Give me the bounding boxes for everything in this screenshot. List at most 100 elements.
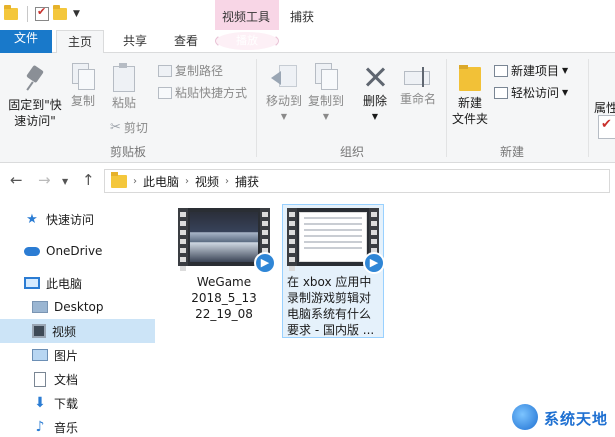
paste-shortcut-icon bbox=[158, 86, 172, 99]
tab-file[interactable]: 文件 bbox=[0, 30, 52, 53]
easy-access-button[interactable]: 轻松访问 ▼ bbox=[494, 84, 568, 101]
new-folder-label: 新建 文件夹 bbox=[451, 96, 488, 126]
chevron-right-icon[interactable]: › bbox=[133, 176, 137, 187]
move-to-label: 移动到 bbox=[265, 94, 302, 108]
chevron-down-icon: ▼ bbox=[280, 112, 288, 121]
title-bar: ▼ 视频工具 捕获 bbox=[0, 0, 615, 30]
properties-quick-icon[interactable] bbox=[35, 5, 49, 21]
file-item-wegame-clip[interactable]: ▶ WeGame 2018_5_13 22_19_08 bbox=[176, 208, 276, 322]
new-item-label: 新建项目 bbox=[511, 64, 560, 78]
navigation-bar: ← → ▼ ↑ › 此电脑 › 视频 › 捕获 bbox=[0, 163, 615, 199]
delete-icon bbox=[363, 65, 387, 89]
sidebar-item-label: Desktop bbox=[54, 300, 104, 314]
paste-shortcut-button[interactable]: 粘贴快捷方式 bbox=[158, 84, 247, 101]
copy-label: 复制 bbox=[70, 94, 95, 108]
clipboard-group-label: 剪贴板 bbox=[110, 145, 147, 159]
sidebar-item-videos[interactable]: 视频 bbox=[0, 319, 155, 343]
ribbon-tabs: 文件 主页 共享 查看 播放 bbox=[0, 30, 615, 54]
video-thumbnail: ▶ bbox=[178, 208, 276, 274]
site-watermark: 系统天地 bbox=[506, 400, 615, 437]
delete-button[interactable]: 删除 ▼ bbox=[356, 65, 394, 125]
pin-to-quick-access-button[interactable]: 固定到"快 速访问" bbox=[4, 67, 66, 129]
sidebar-item-label: 图片 bbox=[54, 348, 79, 363]
quick-access-toolbar: ▼ bbox=[4, 5, 80, 22]
chevron-right-icon[interactable]: › bbox=[185, 176, 189, 187]
new-item-button[interactable]: 新建项目 ▼ bbox=[494, 62, 568, 79]
rename-label: 重命名 bbox=[399, 92, 436, 106]
chevron-down-icon: ▼ bbox=[562, 66, 569, 75]
new-item-icon bbox=[494, 64, 508, 77]
sidebar-item-onedrive[interactable]: OneDrive bbox=[0, 239, 155, 263]
sidebar-item-label: 快速访问 bbox=[46, 212, 95, 227]
paste-button[interactable]: 粘贴 bbox=[106, 63, 142, 111]
breadcrumb-captures[interactable]: 捕获 bbox=[235, 173, 259, 190]
file-name: WeGame 2018_5_13 22_19_08 bbox=[191, 275, 257, 321]
copy-to-button[interactable]: 复制到 ▼ bbox=[304, 63, 348, 125]
copy-to-icon bbox=[315, 63, 338, 90]
cloud-icon bbox=[24, 246, 40, 256]
paste-label: 粘贴 bbox=[111, 96, 136, 110]
divider bbox=[256, 59, 257, 157]
pin-icon bbox=[23, 67, 47, 93]
window-title: 捕获 bbox=[290, 10, 315, 24]
organize-group-label: 组织 bbox=[340, 145, 365, 159]
folder-icon bbox=[4, 5, 18, 20]
sidebar-item-label: OneDrive bbox=[46, 244, 103, 258]
media-player-badge-icon: ▶ bbox=[254, 252, 276, 274]
new-group-label: 新建 bbox=[500, 145, 525, 159]
sidebar-item-documents[interactable]: 文档 bbox=[0, 367, 155, 391]
delete-label: 删除 bbox=[362, 94, 387, 108]
film-strip-icon bbox=[287, 208, 297, 271]
sidebar-item-downloads[interactable]: ⬇ 下载 bbox=[0, 391, 155, 415]
customize-qat-dropdown[interactable]: ▼ bbox=[73, 9, 80, 19]
file-explorer-window: ▼ 视频工具 捕获 文件 主页 共享 查看 播放 固定到"快 速访问" 复制 粘… bbox=[0, 0, 615, 437]
scissors-icon: ✂ bbox=[110, 120, 121, 135]
breadcrumb-this-pc[interactable]: 此电脑 bbox=[143, 173, 179, 190]
chevron-right-icon[interactable]: › bbox=[225, 176, 229, 187]
sidebar-item-label: 此电脑 bbox=[46, 276, 83, 291]
tab-home[interactable]: 主页 bbox=[56, 30, 104, 54]
tab-share[interactable]: 共享 bbox=[113, 30, 157, 53]
clipboard-icon bbox=[113, 63, 135, 92]
cut-button[interactable]: ✂ 剪切 bbox=[110, 119, 148, 136]
new-folder-button[interactable]: 新建 文件夹 bbox=[450, 65, 490, 127]
chevron-down-icon: ▼ bbox=[562, 88, 569, 97]
watermark-logo-icon bbox=[512, 404, 538, 430]
address-bar[interactable]: › 此电脑 › 视频 › 捕获 bbox=[104, 169, 610, 193]
properties-icon bbox=[598, 115, 615, 139]
sidebar-item-pictures[interactable]: 图片 bbox=[0, 343, 155, 367]
sidebar-item-music[interactable]: ♪ 音乐 bbox=[0, 415, 155, 437]
ribbon: 固定到"快 速访问" 复制 粘贴 复制路径 粘贴快捷方式 ✂ 剪切 剪贴板 移动… bbox=[0, 53, 615, 163]
divider bbox=[446, 59, 447, 157]
file-item-xbox-clip[interactable]: ▶ 在 xbox 应用中 录制游戏剪辑对 电脑系统有什么 要求 - 国内版 ..… bbox=[282, 204, 385, 338]
sidebar-item-desktop[interactable]: Desktop bbox=[0, 295, 155, 319]
move-to-button[interactable]: 移动到 ▼ bbox=[262, 63, 306, 125]
chevron-down-icon: ▼ bbox=[322, 112, 330, 121]
back-arrow-icon[interactable]: ← bbox=[10, 171, 23, 189]
tab-view[interactable]: 查看 bbox=[163, 30, 209, 53]
music-note-icon: ♪ bbox=[35, 419, 45, 435]
sidebar-item-label: 下载 bbox=[54, 396, 79, 411]
easy-access-label: 轻松访问 bbox=[511, 86, 560, 100]
video-thumbnail: ▶ bbox=[287, 208, 385, 274]
copy-path-button[interactable]: 复制路径 bbox=[158, 62, 223, 79]
forward-arrow-icon[interactable]: → bbox=[38, 171, 51, 189]
download-arrow-icon: ⬇ bbox=[34, 395, 46, 411]
properties-label: 属性 bbox=[594, 101, 615, 115]
breadcrumb-videos[interactable]: 视频 bbox=[195, 173, 219, 190]
copy-path-icon bbox=[158, 64, 172, 77]
new-folder-quick-icon[interactable] bbox=[53, 5, 67, 20]
media-player-badge-icon: ▶ bbox=[363, 252, 385, 274]
sidebar-item-quick-access[interactable]: ★ 快速访问 bbox=[0, 207, 155, 231]
up-arrow-icon[interactable]: ↑ bbox=[82, 171, 95, 189]
recent-locations-chevron-icon[interactable]: ▼ bbox=[62, 177, 68, 186]
film-strip-icon bbox=[178, 208, 188, 271]
rename-button[interactable]: 重命名 bbox=[396, 65, 440, 107]
tab-play[interactable]: 播放 bbox=[215, 30, 279, 52]
copy-button[interactable]: 复制 bbox=[66, 63, 100, 109]
copy-to-label: 复制到 bbox=[307, 94, 344, 108]
sidebar-item-this-pc[interactable]: 此电脑 bbox=[0, 271, 155, 295]
sidebar-item-label: 视频 bbox=[52, 324, 77, 339]
documents-icon bbox=[34, 371, 46, 387]
file-name: 在 xbox 应用中 录制游戏剪辑对 电脑系统有什么 要求 - 国内版 ... bbox=[287, 275, 375, 337]
